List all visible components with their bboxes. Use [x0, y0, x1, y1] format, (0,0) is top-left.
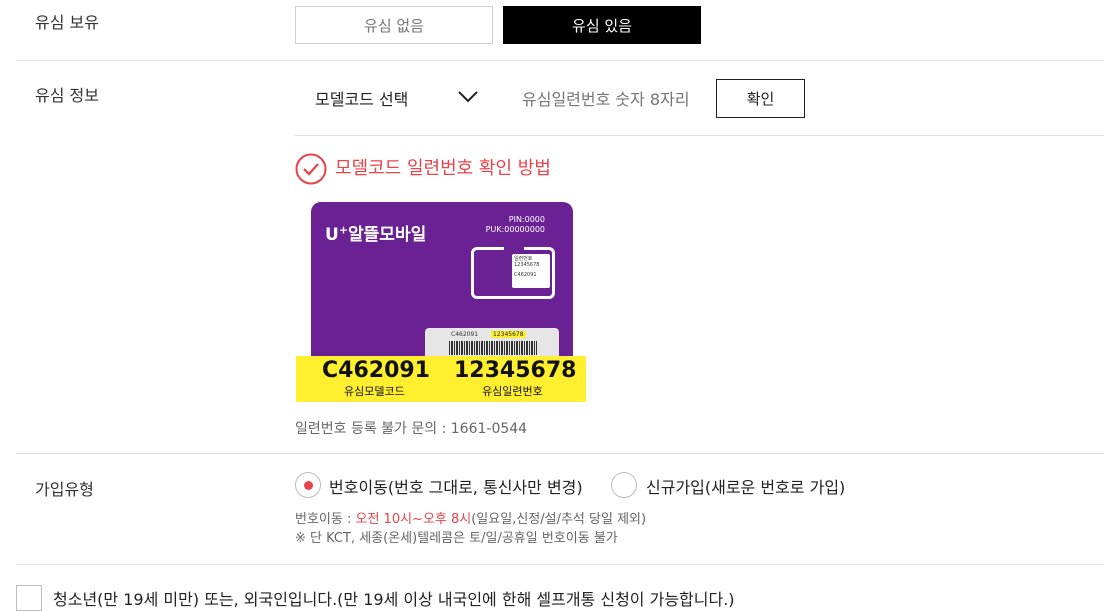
inquiry-text: 일련번호 등록 불가 문의 : 1661-0544	[295, 421, 528, 437]
model-code-caption: 유심모델코드	[344, 385, 405, 398]
transfer-note: 번호이동 : 오전 10시~오후 8시(일요일,신정/설/추석 당일 제외) ※…	[295, 512, 647, 546]
code-highlight-bar: C462091 유심모델코드 12345678 유심일련번호	[296, 356, 586, 402]
serial-number-input[interactable]	[518, 84, 716, 114]
pin-puk: PIN:0000 PUK:00000000	[485, 215, 545, 234]
divider	[16, 564, 1104, 565]
usim-possession-label: 유심 보유	[35, 13, 99, 32]
divider	[16, 60, 1104, 61]
sim-chip-label: 일련번호 12345678 C462091	[512, 254, 550, 288]
model-code-select[interactable]: 모델코드 선택	[315, 86, 485, 112]
transfer-note-2: ※ 단 KCT, 세종(온세)텔레콤은 토/일/공휴일 번호이동 불가	[295, 531, 618, 546]
transfer-hours: 오전 10시~오후 8시	[355, 512, 472, 527]
join-type-label: 가입유형	[35, 480, 94, 499]
help-title: 모델코드 일련번호 확인 방법	[335, 158, 551, 179]
card-brand: U+알뜰모바일	[325, 223, 427, 245]
radio-number-transfer[interactable]	[295, 472, 321, 498]
radio-new-signup-label[interactable]: 신규가입(새로운 번호로 가입)	[646, 474, 845, 498]
sim-card-illustration: U+알뜰모바일 PIN:0000 PUK:00000000 일련번호 12345…	[311, 202, 573, 372]
model-code-value: C462091	[322, 358, 430, 383]
serial-caption: 유심일련번호	[482, 385, 543, 398]
divider	[16, 453, 1104, 454]
minor-foreigner-checkbox[interactable]	[16, 585, 42, 611]
radio-new-signup[interactable]	[611, 472, 637, 498]
model-code-select-value: 모델코드 선택	[315, 90, 409, 109]
check-circle-icon	[295, 153, 327, 185]
barcode-icon	[449, 341, 537, 355]
confirm-button[interactable]: 확인	[716, 79, 805, 118]
chevron-down-icon	[458, 91, 478, 103]
usim-have-button[interactable]: 유심 있음	[503, 6, 701, 44]
serial-value: 12345678	[454, 358, 577, 383]
minor-foreigner-label[interactable]: 청소년(만 19세 미만) 또는, 외국인입니다.(만 19세 이상 내국인에 …	[53, 586, 735, 610]
radio-number-transfer-label[interactable]: 번호이동(번호 그대로, 통신사만 변경)	[329, 474, 583, 498]
sim-chip-outline: 일련번호 12345678 C462091	[471, 247, 555, 299]
divider	[295, 135, 1104, 136]
usim-none-button[interactable]: 유심 없음	[295, 6, 493, 44]
usim-info-label: 유심 정보	[35, 86, 99, 105]
